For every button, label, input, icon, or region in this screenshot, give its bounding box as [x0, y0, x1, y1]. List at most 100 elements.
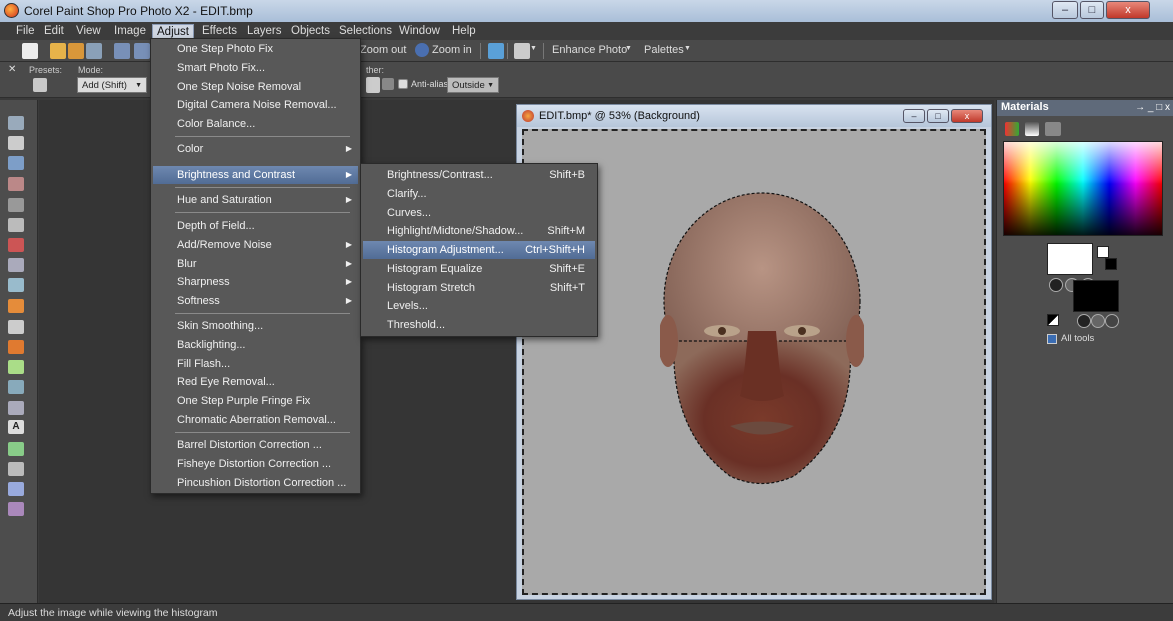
- menu-window[interactable]: Window: [395, 24, 444, 39]
- red-eye-tool-icon[interactable]: [8, 238, 24, 252]
- menu-item-softness[interactable]: Softness ▶: [153, 292, 358, 310]
- menu-item-fisheye-distortion[interactable]: Fisheye Distortion Correction ...: [153, 455, 358, 473]
- menu-item-histogram-stretch[interactable]: Histogram Stretch Shift+T: [363, 279, 595, 297]
- menu-item-smart-photo-fix[interactable]: Smart Photo Fix...: [153, 59, 358, 77]
- zoom-in-icon[interactable]: [415, 43, 429, 57]
- menu-view[interactable]: View: [72, 24, 105, 39]
- color-spectrum[interactable]: [1003, 141, 1163, 236]
- doc-maximize-button[interactable]: □: [927, 109, 949, 123]
- close-icon[interactable]: ✕: [8, 64, 16, 75]
- zoom-in-button[interactable]: Zoom in: [432, 44, 472, 56]
- menu-item-fill-flash[interactable]: Fill Flash...: [153, 355, 358, 373]
- zoom-out-button[interactable]: Zoom out: [360, 44, 406, 56]
- all-tools-checkbox[interactable]: [1047, 334, 1057, 344]
- menu-edit[interactable]: Edit: [40, 24, 68, 39]
- paint-brush-tool-icon[interactable]: [8, 299, 24, 313]
- preset-shape-tool-icon[interactable]: [8, 442, 24, 456]
- menu-file[interactable]: File: [12, 24, 39, 39]
- full-editor-icon[interactable]: [488, 43, 504, 59]
- doc-minimize-button[interactable]: –: [903, 109, 925, 123]
- open-folder-icon[interactable]: [50, 43, 66, 59]
- menu-item-clarify[interactable]: Clarify...: [363, 185, 595, 203]
- menu-item-one-step-photo-fix[interactable]: One Step Photo Fix: [153, 40, 358, 58]
- palette-controls[interactable]: → _ □ x: [1135, 100, 1170, 115]
- menu-item-curves[interactable]: Curves...: [363, 204, 595, 222]
- maximize-button[interactable]: □: [1080, 1, 1104, 19]
- eraser-tool-icon[interactable]: [8, 320, 24, 334]
- dodge-tool-icon[interactable]: [8, 340, 24, 354]
- close-button[interactable]: x: [1106, 1, 1150, 19]
- menu-item-sharpness[interactable]: Sharpness ▶: [153, 273, 358, 291]
- menu-item-pincushion-distortion[interactable]: Pincushion Distortion Correction ...: [153, 474, 358, 492]
- menu-layers[interactable]: Layers: [243, 24, 286, 39]
- materials-header[interactable]: Materials → _ □ x: [997, 100, 1173, 116]
- pan-tool-icon[interactable]: [8, 116, 24, 130]
- makeover-tool-icon[interactable]: [8, 258, 24, 272]
- feather-slider-icon[interactable]: [382, 78, 394, 90]
- swatches-tab-icon[interactable]: [1045, 122, 1061, 136]
- menu-item-brightness-and-contrast[interactable]: Brightness and Contrast ▶: [153, 166, 358, 184]
- menu-item-hue-and-saturation[interactable]: Hue and Saturation ▶: [153, 191, 358, 209]
- color-changer-tool-icon[interactable]: [8, 380, 24, 394]
- menu-help[interactable]: Help: [448, 24, 480, 39]
- presets-icon[interactable]: [33, 78, 47, 92]
- menu-item-backlighting[interactable]: Backlighting...: [153, 336, 358, 354]
- doc-close-button[interactable]: x: [951, 109, 983, 123]
- menu-item-digital-camera-noise-removal[interactable]: Digital Camera Noise Removal...: [153, 96, 358, 114]
- chevron-down-icon[interactable]: ▼: [530, 45, 537, 52]
- text-tool-icon[interactable]: A: [8, 420, 24, 434]
- menu-item-color[interactable]: Color ▶: [153, 140, 358, 158]
- browse-icon[interactable]: [68, 43, 84, 59]
- menu-adjust[interactable]: Adjust: [152, 24, 194, 39]
- chevron-down-icon[interactable]: ▼: [625, 45, 632, 52]
- clone-tool-icon[interactable]: [8, 278, 24, 292]
- menu-item-barrel-distortion[interactable]: Barrel Distortion Correction ...: [153, 436, 358, 454]
- menu-item-add-remove-noise[interactable]: Add/Remove Noise ▶: [153, 236, 358, 254]
- menu-objects[interactable]: Objects: [287, 24, 334, 39]
- chevron-down-icon[interactable]: ▼: [684, 45, 691, 52]
- menu-item-chromatic-aberration-removal[interactable]: Chromatic Aberration Removal...: [153, 411, 358, 429]
- menu-image[interactable]: Image: [110, 24, 150, 39]
- background-swatch[interactable]: [1073, 280, 1119, 312]
- warp-brush-tool-icon[interactable]: [8, 482, 24, 496]
- foreground-color-small[interactable]: [1097, 246, 1109, 258]
- menu-item-histogram-adjustment[interactable]: Histogram Adjustment... Ctrl+Shift+H: [363, 241, 595, 259]
- selection-tool-icon[interactable]: [8, 156, 24, 170]
- menu-item-color-balance[interactable]: Color Balance...: [153, 115, 358, 133]
- menu-item-red-eye-removal[interactable]: Red Eye Removal...: [153, 373, 358, 391]
- menu-item-levels[interactable]: Levels...: [363, 297, 595, 315]
- feather-spinner[interactable]: [366, 77, 380, 93]
- image-window-titlebar[interactable]: EDIT.bmp* @ 53% (Background) – □ x: [517, 105, 991, 127]
- frame-tab-icon[interactable]: [1005, 122, 1019, 136]
- menu-item-blur[interactable]: Blur ▶: [153, 255, 358, 273]
- menu-item-threshold[interactable]: Threshold...: [363, 316, 595, 334]
- palettes-button[interactable]: Palettes: [644, 44, 684, 56]
- foreground-swatch[interactable]: [1047, 243, 1093, 275]
- menu-item-skin-smoothing[interactable]: Skin Smoothing...: [153, 317, 358, 335]
- menu-item-depth-of-field[interactable]: Depth of Field...: [153, 217, 358, 235]
- crop-tool-icon[interactable]: [8, 198, 24, 212]
- color-style-icon[interactable]: [1077, 314, 1091, 328]
- menu-item-brightness-contrast[interactable]: Brightness/Contrast... Shift+B: [363, 166, 595, 184]
- straighten-tool-icon[interactable]: [8, 218, 24, 232]
- pen-tool-icon[interactable]: [8, 462, 24, 476]
- mode-select[interactable]: Add (Shift) ▼: [77, 77, 147, 93]
- pick-tool-icon[interactable]: [8, 136, 24, 150]
- gradient-style-icon[interactable]: [1091, 314, 1105, 328]
- transparent-style-icon[interactable]: [1105, 314, 1119, 328]
- scan-icon[interactable]: [86, 43, 102, 59]
- enhance-photo-button[interactable]: Enhance Photo: [552, 44, 627, 56]
- oil-brush-tool-icon[interactable]: [8, 502, 24, 516]
- background-color-small[interactable]: [1105, 258, 1117, 270]
- menu-effects[interactable]: Effects: [198, 24, 241, 39]
- rainbow-tab-icon[interactable]: [1025, 122, 1039, 136]
- antialias-checkbox[interactable]: [398, 79, 408, 89]
- dropper-tool-icon[interactable]: [8, 177, 24, 191]
- color-style-icon[interactable]: [1049, 278, 1063, 292]
- flood-fill-tool-icon[interactable]: [8, 360, 24, 374]
- picture-tube-tool-icon[interactable]: [8, 401, 24, 415]
- menu-item-highlight-midtone-shadow[interactable]: Highlight/Midtone/Shadow... Shift+M: [363, 222, 595, 240]
- antialias-select[interactable]: Outside ▼: [447, 77, 499, 93]
- screen-layout-icon[interactable]: [514, 43, 530, 59]
- save-as-icon[interactable]: [134, 43, 150, 59]
